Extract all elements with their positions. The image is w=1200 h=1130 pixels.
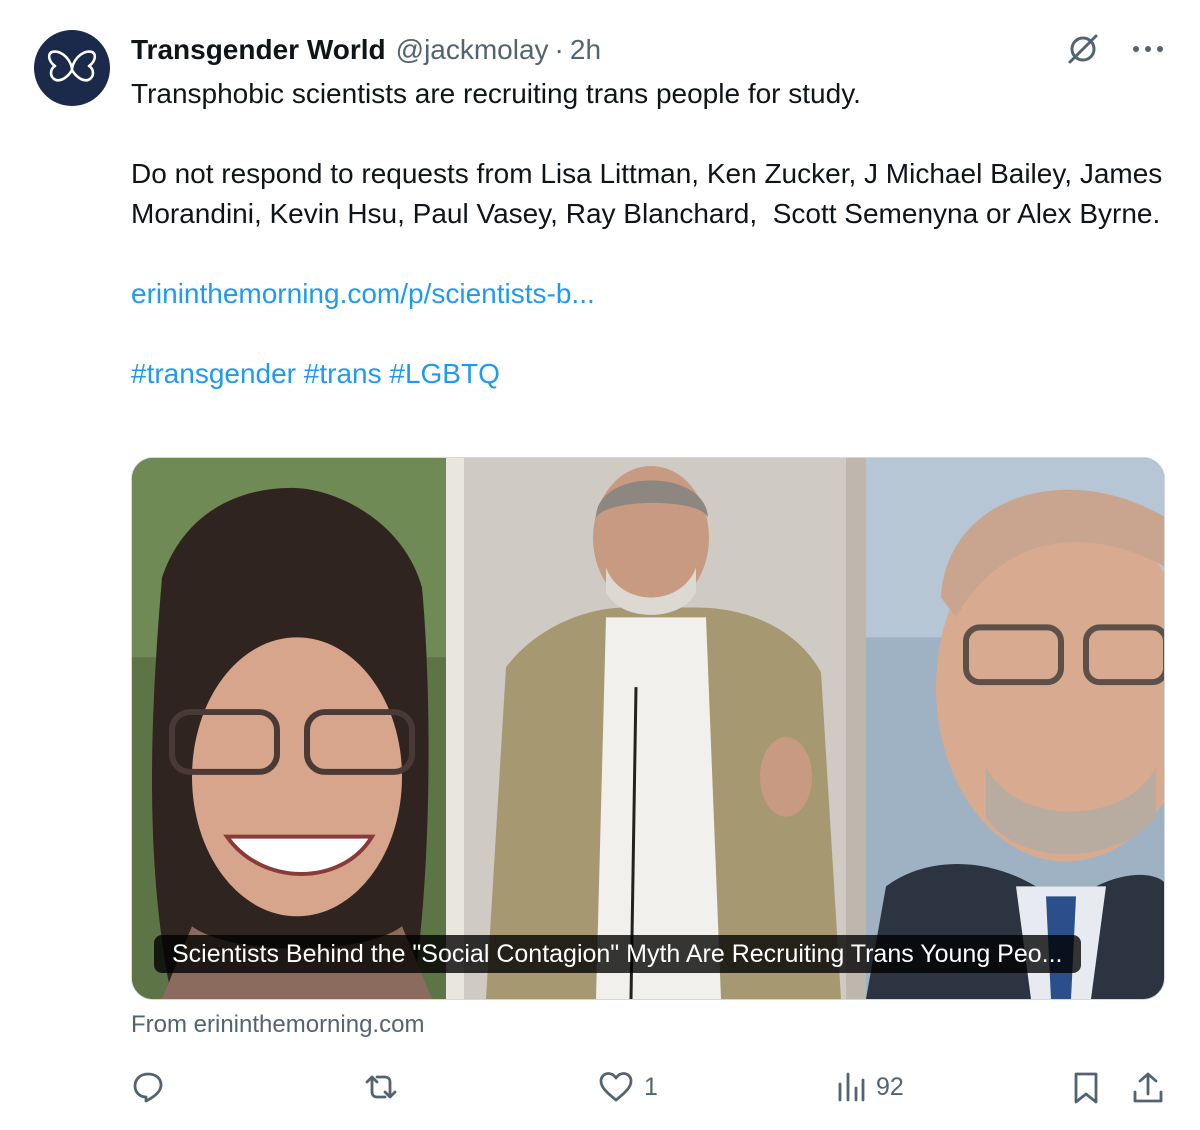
reply-icon xyxy=(133,1072,163,1103)
share-icon xyxy=(1133,1072,1163,1103)
card-image-woman xyxy=(132,458,446,999)
post-top-actions xyxy=(1064,30,1164,68)
repost-icon xyxy=(365,1075,397,1099)
views-count: 92 xyxy=(876,1072,904,1101)
share-button[interactable] xyxy=(1131,1070,1165,1106)
separator-dot: · xyxy=(554,34,564,65)
grok-icon[interactable] xyxy=(1064,30,1102,68)
card-image-man xyxy=(866,458,1164,999)
display-name[interactable]: Transgender World xyxy=(131,34,386,66)
views-button[interactable]: 92 xyxy=(836,1070,904,1104)
timestamp[interactable]: 2h xyxy=(570,34,601,66)
more-icon[interactable] xyxy=(1132,44,1164,54)
post-header: Transgender World @jackmolay · 2h xyxy=(131,32,601,68)
like-button[interactable]: 1 xyxy=(598,1070,658,1104)
bookmark-icon xyxy=(1074,1072,1098,1104)
post-link[interactable]: erininthemorning.com/p/scientists-b... xyxy=(131,274,1171,314)
tweet[interactable]: Transgender World @jackmolay · 2h Transp… xyxy=(0,0,1200,1130)
bookmark-button[interactable] xyxy=(1071,1070,1101,1106)
card-image-speaker xyxy=(446,458,866,999)
handle[interactable]: @jackmolay xyxy=(396,34,549,66)
card-source[interactable]: From erininthemorning.com xyxy=(131,1008,424,1042)
post-text-line1: Transphobic scientists are recruiting tr… xyxy=(131,78,861,109)
like-count: 1 xyxy=(644,1072,658,1101)
post-hashtags[interactable]: #transgender #trans #LGBTQ xyxy=(131,354,1171,394)
post-text-paragraph2: Do not respond to requests from Lisa Lit… xyxy=(131,158,1171,229)
repost-button[interactable] xyxy=(361,1070,411,1104)
views-icon xyxy=(838,1072,865,1102)
link-preview-card[interactable]: Scientists Behind the "Social Contagion"… xyxy=(131,457,1165,1000)
like-icon xyxy=(599,1072,633,1102)
action-bar: 1 92 xyxy=(131,1062,1171,1112)
avatar[interactable] xyxy=(34,30,110,106)
card-title[interactable]: Scientists Behind the "Social Contagion"… xyxy=(154,935,1081,973)
butterfly-icon xyxy=(47,50,97,82)
post-text: Transphobic scientists are recruiting tr… xyxy=(131,74,1171,394)
reply-button[interactable] xyxy=(131,1070,175,1104)
